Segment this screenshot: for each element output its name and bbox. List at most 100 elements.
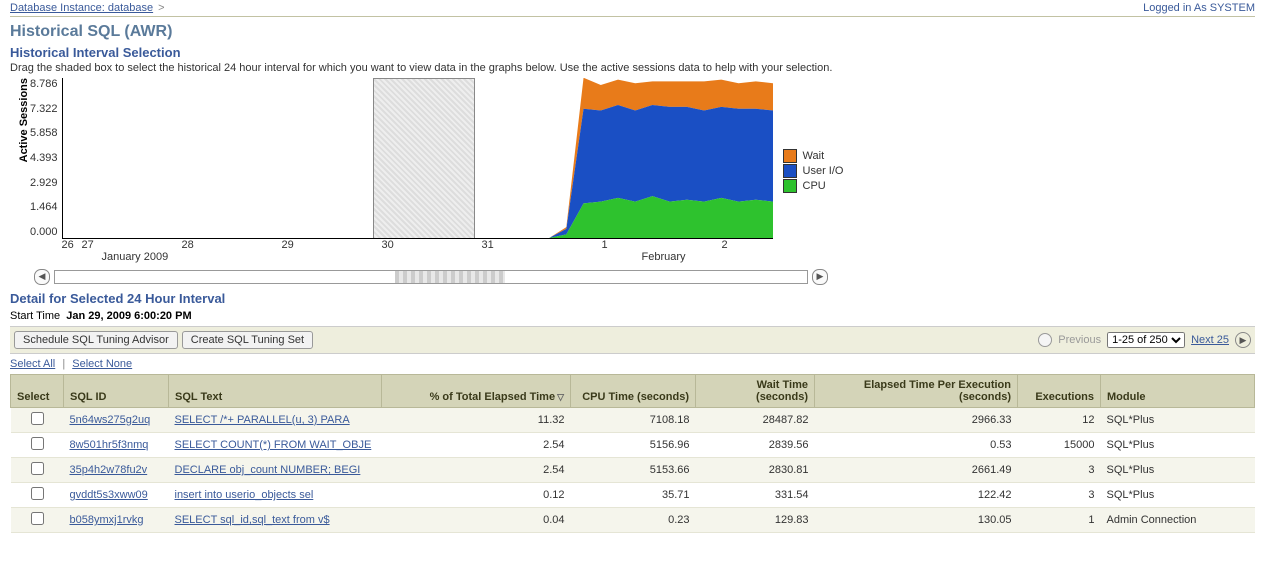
cell-module: SQL*Plus <box>1101 408 1255 433</box>
sql-text-link[interactable]: SELECT /*+ PARALLEL(u, 3) PARA <box>175 414 350 426</box>
sql-id-link[interactable]: 5n64ws275g2uq <box>70 414 151 426</box>
row-select-checkbox[interactable] <box>31 512 44 525</box>
cell-pct: 2.54 <box>382 433 571 458</box>
page-range-select[interactable]: 1-25 of 250 <box>1107 332 1185 348</box>
cell-wait: 331.54 <box>696 483 815 508</box>
col-pct-elapsed[interactable]: % of Total Elapsed Time▽ <box>382 375 571 408</box>
sql-text-link[interactable]: DECLARE obj_count NUMBER; BEGI <box>175 464 361 476</box>
col-elapsed-per-exec[interactable]: Elapsed Time Per Execution (seconds) <box>815 375 1018 408</box>
cell-epe: 130.05 <box>815 508 1018 533</box>
sql-text-link[interactable]: SELECT sql_id,sql_text from v$ <box>175 514 330 526</box>
cell-module: SQL*Plus <box>1101 433 1255 458</box>
login-status: Logged in As SYSTEM <box>1143 2 1255 14</box>
legend-swatch-cpu <box>783 179 797 193</box>
create-tuning-set-button[interactable]: Create SQL Tuning Set <box>182 331 313 349</box>
ytick: 5.858 <box>30 127 58 139</box>
cell-module: SQL*Plus <box>1101 458 1255 483</box>
legend-label: User I/O <box>803 165 844 177</box>
legend-label: CPU <box>803 180 826 192</box>
select-all-link[interactable]: Select All <box>10 358 55 370</box>
table-row: 5n64ws275g2uq SELECT /*+ PARALLEL(u, 3) P… <box>11 408 1255 433</box>
breadcrumb: Database Instance: database > <box>10 2 167 14</box>
cell-cpu: 5156.96 <box>571 433 696 458</box>
xtick: 1 <box>602 239 608 251</box>
interval-selection-box[interactable] <box>373 78 475 239</box>
cell-pct: 0.12 <box>382 483 571 508</box>
row-select-checkbox[interactable] <box>31 412 44 425</box>
sql-id-link[interactable]: gvddt5s3xww09 <box>70 489 148 501</box>
sort-desc-icon: ▽ <box>557 392 564 402</box>
previous-radio-disabled <box>1038 333 1052 347</box>
col-module[interactable]: Module <box>1101 375 1255 408</box>
cell-exec: 1 <box>1018 508 1101 533</box>
legend-swatch-wait <box>783 149 797 163</box>
interval-header: Historical Interval Selection <box>10 45 1255 60</box>
legend-label: Wait <box>803 150 825 162</box>
next-page-link[interactable]: Next 25 <box>1191 334 1229 346</box>
select-none-link[interactable]: Select None <box>72 358 132 370</box>
breadcrumb-separator: > <box>158 2 164 14</box>
page-title: Historical SQL (AWR) <box>10 23 1255 41</box>
sql-text-link[interactable]: SELECT COUNT(*) FROM WAIT_OBJE <box>175 439 372 451</box>
timeline-slider-track[interactable] <box>54 270 808 284</box>
timeline-slider-thumb[interactable] <box>395 271 505 283</box>
cell-epe: 2966.33 <box>815 408 1018 433</box>
cell-pct: 11.32 <box>382 408 571 433</box>
xtick: 28 <box>182 239 194 251</box>
previous-label-disabled: Previous <box>1058 334 1101 346</box>
start-time-row: Start Time Jan 29, 2009 6:00:20 PM <box>10 310 1255 322</box>
start-time-label: Start Time <box>10 310 60 322</box>
xtick: 2 <box>722 239 728 251</box>
sql-id-link[interactable]: 8w501hr5f3nmq <box>70 439 149 451</box>
col-executions[interactable]: Executions <box>1018 375 1101 408</box>
ytick: 2.929 <box>30 177 58 189</box>
xtick: 31 <box>482 239 494 251</box>
col-cpu-time[interactable]: CPU Time (seconds) <box>571 375 696 408</box>
cell-wait: 2830.81 <box>696 458 815 483</box>
next-page-go-icon[interactable]: ▶ <box>1235 332 1251 348</box>
ytick: 7.322 <box>30 103 58 115</box>
detail-header: Detail for Selected 24 Hour Interval <box>10 291 1255 306</box>
col-wait-time[interactable]: Wait Time (seconds) <box>696 375 815 408</box>
cell-epe: 0.53 <box>815 433 1018 458</box>
xtick: 27 <box>82 239 94 251</box>
sql-results-table: Select SQL ID SQL Text % of Total Elapse… <box>10 374 1255 533</box>
sql-id-link[interactable]: b058ymxj1rvkg <box>70 514 144 526</box>
chart-yaxis: 8.786 7.322 5.858 4.393 2.929 1.464 0.00… <box>30 78 62 238</box>
sql-text-link[interactable]: insert into userio_objects sel <box>175 489 314 501</box>
xtick: 30 <box>382 239 394 251</box>
col-select[interactable]: Select <box>11 375 64 408</box>
sql-id-link[interactable]: 35p4h2w78fu2v <box>70 464 148 476</box>
cell-exec: 12 <box>1018 408 1101 433</box>
cell-wait: 2839.56 <box>696 433 815 458</box>
row-select-checkbox[interactable] <box>31 437 44 450</box>
cell-wait: 28487.82 <box>696 408 815 433</box>
table-row: 35p4h2w78fu2v DECLARE obj_count NUMBER; B… <box>11 458 1255 483</box>
table-row: 8w501hr5f3nmq SELECT COUNT(*) FROM WAIT_O… <box>11 433 1255 458</box>
cell-cpu: 5153.66 <box>571 458 696 483</box>
xtick: 29 <box>282 239 294 251</box>
month-label: January 2009 <box>102 251 169 263</box>
ytick: 8.786 <box>30 78 58 90</box>
chart-ylabel: Active Sessions <box>16 78 30 202</box>
row-select-checkbox[interactable] <box>31 462 44 475</box>
chart-plot-area[interactable] <box>62 78 773 239</box>
start-time-value: Jan 29, 2009 6:00:20 PM <box>66 310 191 322</box>
xtick: 26 <box>62 239 74 251</box>
pipe-separator: | <box>62 358 65 370</box>
ytick: 4.393 <box>30 152 58 164</box>
cell-module: Admin Connection <box>1101 508 1255 533</box>
cell-epe: 2661.49 <box>815 458 1018 483</box>
cell-pct: 0.04 <box>382 508 571 533</box>
timeline-next-icon[interactable]: ▶ <box>812 269 828 285</box>
col-sql-text[interactable]: SQL Text <box>169 375 382 408</box>
timeline-prev-icon[interactable]: ◀ <box>34 269 50 285</box>
chart-legend: Wait User I/O CPU <box>783 148 844 194</box>
cell-pct: 2.54 <box>382 458 571 483</box>
row-select-checkbox[interactable] <box>31 487 44 500</box>
table-row: b058ymxj1rvkg SELECT sql_id,sql_text from… <box>11 508 1255 533</box>
cell-module: SQL*Plus <box>1101 483 1255 508</box>
col-sql-id[interactable]: SQL ID <box>64 375 169 408</box>
breadcrumb-link[interactable]: Database Instance: database <box>10 2 153 14</box>
schedule-tuning-button[interactable]: Schedule SQL Tuning Advisor <box>14 331 178 349</box>
